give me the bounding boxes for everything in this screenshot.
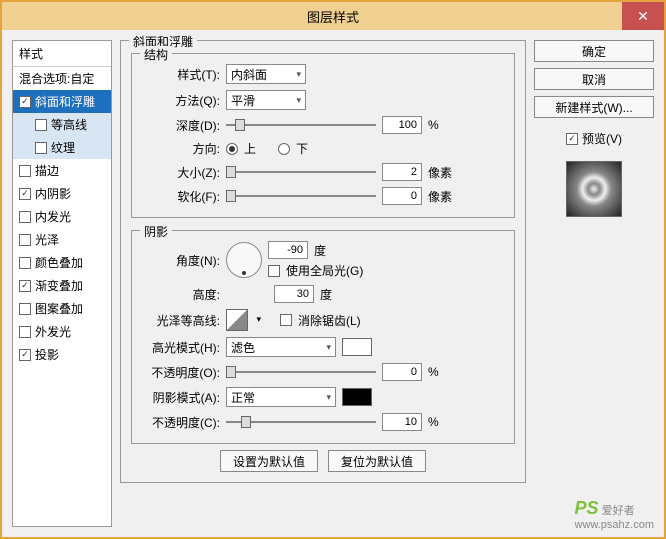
style-drop-shadow[interactable]: 投影 (13, 343, 111, 366)
technique-label: 方法(Q): (142, 92, 220, 109)
styles-header: 样式 (13, 41, 111, 67)
direction-label: 方向: (142, 140, 220, 157)
altitude-label: 高度: (142, 286, 220, 303)
structure-group: 结构 样式(T): 内斜面 方法(Q): 平滑 深度(D): % (131, 53, 515, 218)
style-outer-glow[interactable]: 外发光 (13, 320, 111, 343)
structure-title: 结构 (140, 46, 172, 63)
styles-list: 样式 混合选项:自定 斜面和浮雕 等高线 纹理 描边 内阴影 内发光 光泽 颜色… (12, 40, 112, 527)
bevel-panel: 斜面和浮雕 结构 样式(T): 内斜面 方法(Q): 平滑 深度(D): (120, 40, 526, 483)
highlight-mode-label: 高光模式(H): (142, 339, 220, 356)
preview-thumbnail (566, 161, 622, 217)
checkbox-icon[interactable] (35, 142, 47, 154)
checkbox-icon[interactable] (19, 326, 31, 338)
angle-wheel[interactable] (226, 242, 262, 278)
depth-label: 深度(D): (142, 117, 220, 134)
highlight-color-swatch[interactable] (342, 338, 372, 356)
shadow-color-swatch[interactable] (342, 388, 372, 406)
cancel-button[interactable]: 取消 (534, 68, 654, 90)
make-default-button[interactable]: 设置为默认值 (220, 450, 318, 472)
titlebar: 图层样式 ✕ (2, 2, 664, 30)
global-light-label: 使用全局光(G) (286, 262, 363, 279)
blend-options[interactable]: 混合选项:自定 (13, 67, 111, 90)
opacity1-slider[interactable] (226, 365, 376, 379)
gloss-contour-picker[interactable] (226, 309, 248, 331)
style-gradient-overlay[interactable]: 渐变叠加 (13, 274, 111, 297)
altitude-input[interactable] (274, 285, 314, 303)
global-light-checkbox[interactable] (268, 265, 280, 277)
opacity1-input[interactable] (382, 363, 422, 381)
soften-label: 软化(F): (142, 188, 220, 205)
style-satin[interactable]: 光泽 (13, 228, 111, 251)
angle-label: 角度(N): (142, 252, 220, 269)
radio-down[interactable] (278, 143, 290, 155)
watermark: PS 爱好者 www.psahz.com (575, 498, 654, 531)
checkbox-icon[interactable] (19, 96, 31, 108)
depth-slider[interactable] (226, 118, 376, 132)
checkbox-icon[interactable] (19, 303, 31, 315)
soften-input[interactable] (382, 187, 422, 205)
radio-up[interactable] (226, 143, 238, 155)
checkbox-icon[interactable] (19, 349, 31, 361)
reset-default-button[interactable]: 复位为默认值 (328, 450, 426, 472)
close-button[interactable]: ✕ (622, 2, 664, 30)
checkbox-icon[interactable] (19, 257, 31, 269)
style-inner-glow[interactable]: 内发光 (13, 205, 111, 228)
style-inner-shadow[interactable]: 内阴影 (13, 182, 111, 205)
shading-title: 阴影 (140, 223, 172, 240)
antialias-label: 消除锯齿(L) (298, 312, 361, 329)
shadow-mode-label: 阴影模式(A): (142, 389, 220, 406)
new-style-button[interactable]: 新建样式(W)... (534, 96, 654, 118)
window-title: 图层样式 (307, 7, 359, 26)
shading-group: 阴影 角度(N): 度 使用全局光(G) (131, 230, 515, 444)
angle-input[interactable] (268, 241, 308, 259)
checkbox-icon[interactable] (19, 211, 31, 223)
style-texture[interactable]: 纹理 (13, 136, 111, 159)
opacity2-input[interactable] (382, 413, 422, 431)
checkbox-icon[interactable] (19, 165, 31, 177)
opacity2-slider[interactable] (226, 415, 376, 429)
style-stroke[interactable]: 描边 (13, 159, 111, 182)
style-select[interactable]: 内斜面 (226, 64, 306, 84)
style-label: 样式(T): (142, 66, 220, 83)
size-input[interactable] (382, 163, 422, 181)
opacity1-label: 不透明度(O): (142, 364, 220, 381)
technique-select[interactable]: 平滑 (226, 90, 306, 110)
preview-checkbox[interactable] (566, 133, 578, 145)
opacity2-label: 不透明度(C): (142, 414, 220, 431)
preview-label: 预览(V) (582, 130, 622, 147)
depth-input[interactable] (382, 116, 422, 134)
checkbox-icon[interactable] (19, 188, 31, 200)
checkbox-icon[interactable] (35, 119, 47, 131)
close-icon: ✕ (637, 8, 649, 25)
shadow-mode-select[interactable]: 正常 (226, 387, 336, 407)
checkbox-icon[interactable] (19, 234, 31, 246)
checkbox-icon[interactable] (19, 280, 31, 292)
gloss-label: 光泽等高线: (142, 312, 220, 329)
style-pattern-overlay[interactable]: 图案叠加 (13, 297, 111, 320)
highlight-mode-select[interactable]: 滤色 (226, 337, 336, 357)
ok-button[interactable]: 确定 (534, 40, 654, 62)
style-color-overlay[interactable]: 颜色叠加 (13, 251, 111, 274)
soften-slider[interactable] (226, 189, 376, 203)
size-label: 大小(Z): (142, 164, 220, 181)
style-bevel[interactable]: 斜面和浮雕 (13, 90, 111, 113)
style-contour[interactable]: 等高线 (13, 113, 111, 136)
size-slider[interactable] (226, 165, 376, 179)
antialias-checkbox[interactable] (280, 314, 292, 326)
